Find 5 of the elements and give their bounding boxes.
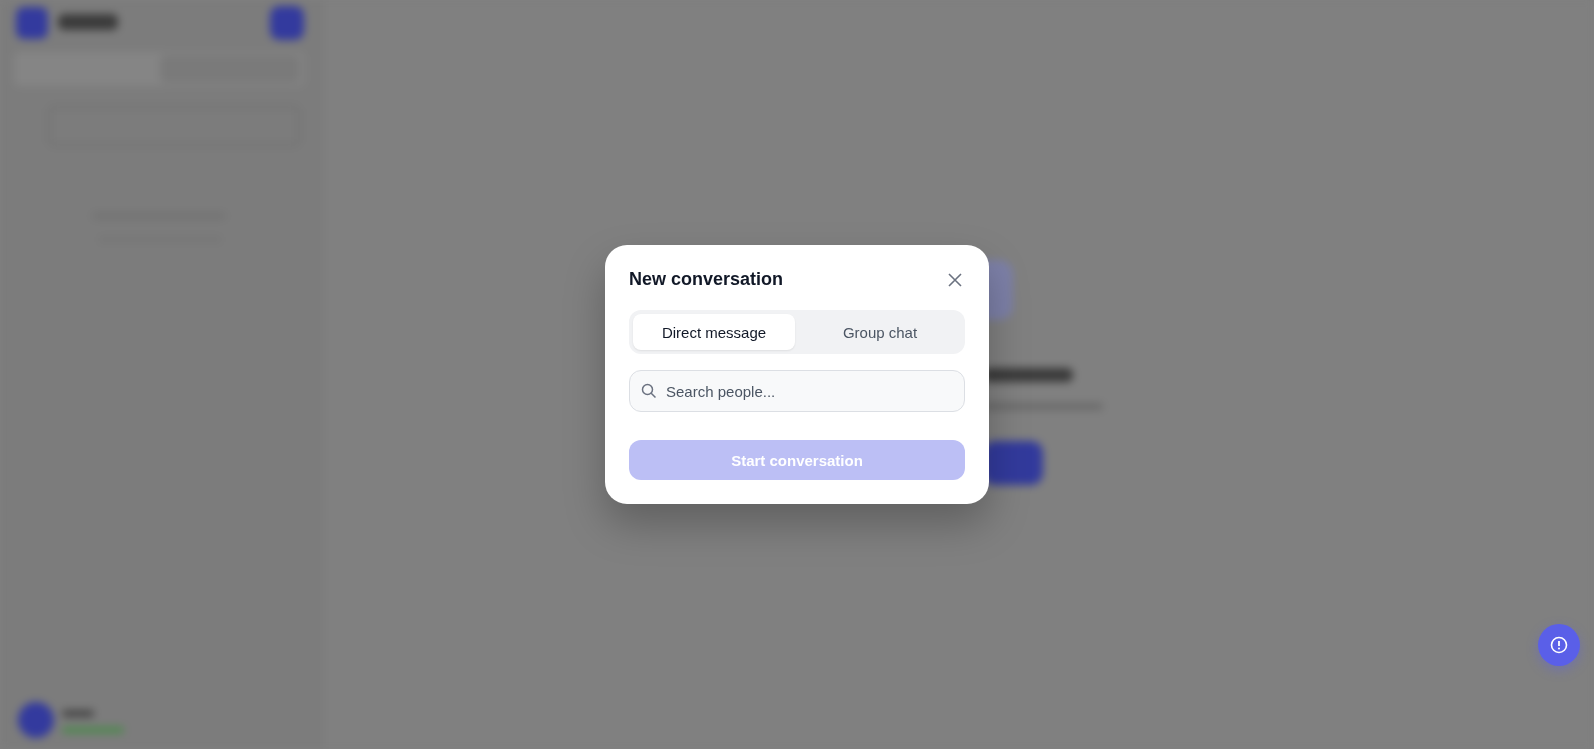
alert-icon	[1550, 636, 1568, 654]
dialog-title: New conversation	[629, 269, 784, 290]
tab[interactable]: Group chat	[799, 314, 961, 350]
tab[interactable]: Direct message	[633, 314, 795, 350]
search-field[interactable]: Search people...	[629, 370, 965, 412]
